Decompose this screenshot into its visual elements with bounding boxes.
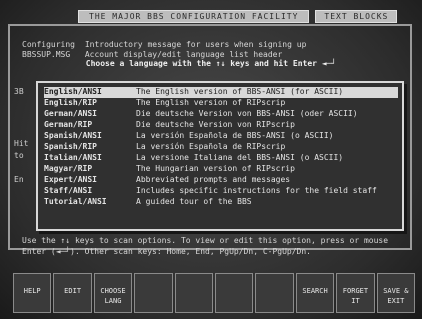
language-description: La versión Española de RIPscrip bbox=[136, 142, 286, 151]
function-key-4[interactable] bbox=[134, 273, 173, 313]
help-text-line-2: Enter (◄─┘). Other scan keys: Home, End,… bbox=[22, 247, 311, 256]
language-name: Spanish/RIP bbox=[44, 142, 97, 151]
language-item-english-rip[interactable]: English/RIP The English version of RIPsc… bbox=[44, 98, 398, 109]
search-button[interactable]: SEARCH bbox=[295, 273, 335, 313]
language-name: Expert/ANSI bbox=[44, 175, 97, 184]
left-label: Hit bbox=[14, 139, 29, 148]
edit-button[interactable]: EDIT bbox=[53, 273, 92, 313]
file-description: Account display/edit language list heade… bbox=[84, 50, 283, 59]
forget-it-button[interactable]: FORGET IT bbox=[336, 273, 375, 313]
language-name: Tutorial/ANSI bbox=[44, 197, 107, 206]
language-name: Magyar/RIP bbox=[44, 164, 93, 173]
language-list[interactable]: English/ANSI The English version of BBS-… bbox=[36, 81, 404, 231]
language-name: Spanish/ANSI bbox=[44, 131, 102, 140]
configuring-label: Configuring bbox=[22, 40, 75, 49]
function-key-bar: HELP EDIT CHOOSE LANG SEARCH FORGET IT S… bbox=[13, 273, 416, 313]
fkey-label: IT bbox=[351, 297, 360, 305]
language-name: Staff/ANSI bbox=[44, 186, 93, 195]
language-name: German/ANSI bbox=[44, 109, 97, 118]
help-text-line-1: Use the ↑↓ keys to scan options. To view… bbox=[22, 236, 389, 245]
language-name: English/RIP bbox=[44, 98, 97, 107]
function-key-6[interactable] bbox=[215, 273, 254, 313]
language-description: Die deutsche Version von RIPscrip bbox=[136, 120, 295, 129]
language-prompt: Choose a language with the ↑↓ keys and h… bbox=[85, 59, 337, 68]
language-description: Abbreviated prompts and messages bbox=[136, 175, 291, 184]
language-item-italian-ansi[interactable]: Italian/ANSI La versione Italiana del BB… bbox=[44, 153, 398, 164]
language-item-german-ansi[interactable]: German/ANSI Die deutsche Version von BBS… bbox=[44, 109, 398, 120]
left-label: 3B bbox=[14, 87, 24, 96]
choose-lang-button[interactable]: CHOOSE LANG bbox=[93, 273, 133, 313]
fkey-label: LANG bbox=[104, 297, 122, 305]
left-label: to bbox=[14, 151, 24, 160]
language-item-spanish-rip[interactable]: Spanish/RIP La versión Española de RIPsc… bbox=[44, 142, 398, 153]
language-item-staff-ansi[interactable]: Staff/ANSI Includes specific instruction… bbox=[44, 186, 398, 197]
language-description: The English version of RIPscrip bbox=[136, 98, 286, 107]
language-description: Includes specific instructions for the f… bbox=[136, 186, 377, 195]
section-title: TEXT BLOCKS bbox=[315, 10, 398, 23]
file-name: BBSSUP.MSG bbox=[22, 50, 71, 59]
fkey-label: SAVE & bbox=[383, 287, 409, 295]
language-item-german-rip[interactable]: German/RIP Die deutsche Version von RIPs… bbox=[44, 120, 398, 131]
function-key-5[interactable] bbox=[174, 273, 214, 313]
crt-screen: THE MAJOR BBS CONFIGURATION FACILITY TEX… bbox=[0, 0, 422, 319]
function-key-7[interactable] bbox=[255, 273, 294, 313]
language-description: A guided tour of the BBS bbox=[136, 197, 252, 206]
fkey-label: CHOOSE bbox=[100, 287, 126, 295]
language-item-spanish-ansi[interactable]: Spanish/ANSI La versión Española de BBS-… bbox=[44, 131, 398, 142]
language-item-english-ansi[interactable]: English/ANSI The English version of BBS-… bbox=[44, 87, 398, 98]
save-exit-button[interactable]: SAVE & EXIT bbox=[376, 273, 416, 313]
title-bar: THE MAJOR BBS CONFIGURATION FACILITY TEX… bbox=[78, 10, 410, 23]
fkey-label: FORGET bbox=[342, 287, 369, 295]
language-description: Die deutsche Version von BBS-ANSI (oder … bbox=[136, 109, 358, 118]
help-button[interactable]: HELP bbox=[13, 273, 52, 313]
left-label: En bbox=[14, 175, 24, 184]
app-title: THE MAJOR BBS CONFIGURATION FACILITY bbox=[78, 10, 310, 23]
configuring-row: Configuring Introductory message for use… bbox=[22, 40, 306, 49]
language-name: English/ANSI bbox=[44, 87, 102, 96]
language-description: La versión Española de BBS-ANSI (o ASCII… bbox=[136, 131, 334, 140]
fkey-label: EDIT bbox=[64, 287, 82, 295]
language-name: German/RIP bbox=[44, 120, 93, 129]
language-name: Italian/ANSI bbox=[44, 153, 102, 162]
language-item-magyar-rip[interactable]: Magyar/RIP The Hungarian version of RIPs… bbox=[44, 164, 398, 175]
fkey-label: SEARCH bbox=[302, 287, 328, 295]
fkey-label: EXIT bbox=[387, 297, 405, 305]
fkey-label: HELP bbox=[23, 287, 41, 295]
language-item-tutorial-ansi[interactable]: Tutorial/ANSI A guided tour of the BBS bbox=[44, 197, 398, 208]
language-item-expert-ansi[interactable]: Expert/ANSI Abbreviated prompts and mess… bbox=[44, 175, 398, 186]
language-description: The Hungarian version of RIPscrip bbox=[136, 164, 295, 173]
configuring-value: Introductory message for users when sign… bbox=[84, 40, 307, 49]
language-description: La versione Italiana del BBS-ANSI (o ASC… bbox=[136, 153, 344, 162]
language-description: The English version of BBS-ANSI (for ASC… bbox=[136, 87, 344, 96]
file-row: BBSSUP.MSG Account display/edit language… bbox=[22, 50, 282, 59]
